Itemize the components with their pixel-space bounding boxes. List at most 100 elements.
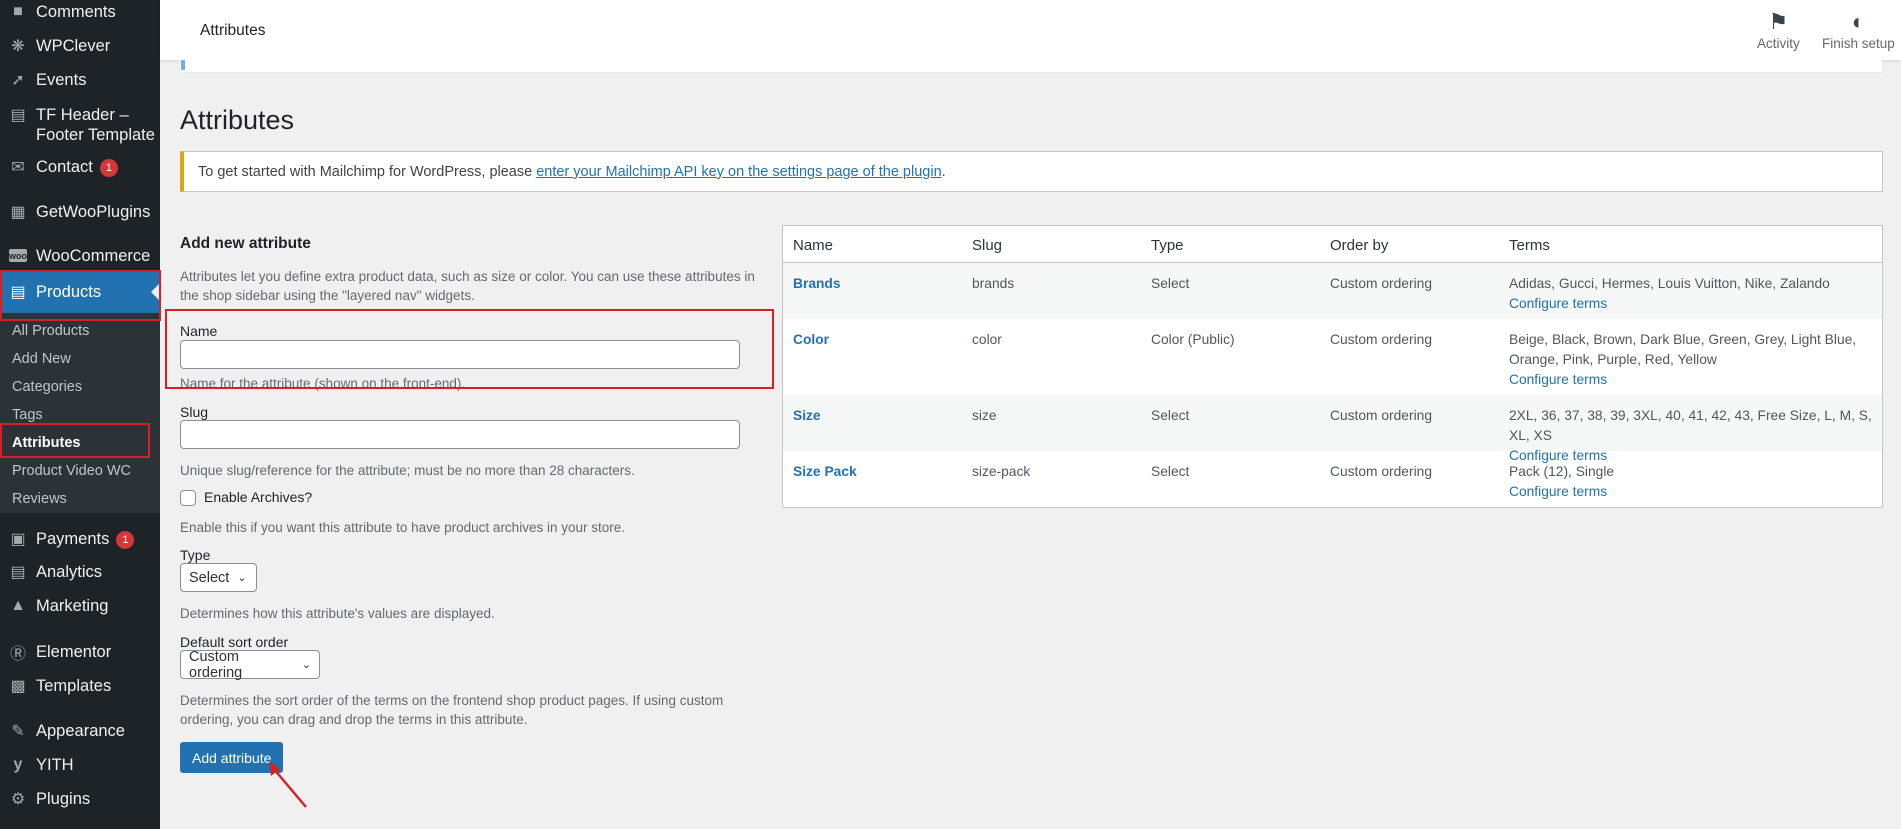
menu-item-woocommerce[interactable]: woo WooCommerce: [0, 246, 160, 266]
attribute-slug: color: [972, 332, 1002, 347]
annotation-arrow: [269, 761, 307, 808]
menu-item-comments[interactable]: ■ Comments: [0, 2, 160, 22]
finish-setup-label: Finish setup: [1822, 36, 1895, 51]
elementor-icon: Ⓡ: [9, 646, 26, 663]
brush-icon: ✎: [11, 723, 25, 740]
submenu-reviews[interactable]: Reviews: [12, 491, 67, 507]
table-row: Color color Color (Public) Custom orderi…: [783, 319, 1882, 395]
attribute-slug: size-pack: [972, 464, 1031, 479]
chevron-down-icon: ⌄: [301, 659, 311, 671]
menu-label: Contact: [36, 158, 93, 176]
mail-icon: ✉: [11, 159, 25, 176]
menu-item-payments[interactable]: ▣ Payments 1: [0, 529, 160, 549]
comment-icon: ■: [13, 3, 23, 20]
activity-button[interactable]: ⚑ Activity: [1757, 9, 1800, 52]
col-header-name[interactable]: Name: [793, 237, 833, 254]
table-row: Size size Select Custom ordering 2XL, 36…: [783, 395, 1882, 463]
attribute-terms: Beige, Black, Brown, Dark Blue, Green, G…: [1509, 330, 1879, 390]
topbar-title: Attributes: [200, 22, 266, 39]
page-title: Attributes: [180, 105, 295, 135]
slug-input[interactable]: [180, 420, 740, 449]
attribute-name-link[interactable]: Brands: [793, 274, 841, 294]
col-header-slug: Slug: [972, 237, 1003, 254]
attribute-slug: size: [972, 408, 997, 423]
attribute-name-link[interactable]: Size: [793, 406, 821, 426]
half-circle-icon: ◐: [1851, 9, 1866, 34]
submenu-tags[interactable]: Tags: [12, 407, 43, 423]
count-badge: 1: [99, 159, 118, 177]
admin-sidebar: ■ Comments ❋ WPClever ➚ Events ▤ TF Header –…: [0, 0, 160, 829]
finish-setup-button[interactable]: ◐ Finish setup: [1822, 9, 1895, 52]
attribute-order: Custom ordering: [1330, 276, 1432, 291]
attribute-name-link[interactable]: Color: [793, 330, 829, 350]
configure-terms-link[interactable]: Configure terms: [1509, 372, 1607, 387]
type-label: Type: [180, 547, 211, 563]
submenu-all-products[interactable]: All Products: [12, 323, 89, 339]
menu-item-appearance[interactable]: ✎ Appearance: [0, 721, 160, 741]
notice-fragment: [180, 60, 1882, 72]
notice-link[interactable]: enter your Mailchimp API key on the sett…: [536, 164, 941, 180]
sort-order-value: Custom ordering: [189, 648, 243, 681]
attribute-order: Custom ordering: [1330, 332, 1432, 347]
col-header-order: Order by: [1330, 237, 1389, 254]
menu-item-events[interactable]: ➚ Events: [0, 70, 160, 90]
menu-item-elementor[interactable]: Ⓡ Elementor: [0, 642, 160, 663]
configure-terms-link[interactable]: Configure terms: [1509, 296, 1607, 311]
attribute-name-link[interactable]: Size Pack: [793, 462, 857, 482]
terms-text: 2XL, 36, 37, 38, 39, 3XL, 40, 41, 42, 43…: [1509, 408, 1872, 443]
col-header-terms: Terms: [1509, 237, 1550, 254]
menu-item-marketing[interactable]: ▲ Marketing: [0, 596, 160, 616]
annotation-name-box: [165, 309, 774, 389]
sort-order-help: Determines the sort order of the terms o…: [180, 693, 724, 727]
menu-label-line1: TF Header –: [36, 106, 129, 124]
dollar-icon: ▣: [10, 531, 26, 548]
menu-item-tf-header[interactable]: ▤ TF Header – Footer Template: [0, 105, 160, 145]
attribute-slug: brands: [972, 276, 1015, 291]
configure-terms-link[interactable]: Configure terms: [1509, 484, 1607, 499]
attribute-type: Select: [1151, 408, 1190, 423]
menu-item-wpclever[interactable]: ❋ WPClever: [0, 36, 160, 56]
menu-item-analytics[interactable]: ▤ Analytics: [0, 562, 160, 582]
attribute-terms: Adidas, Gucci, Hermes, Louis Vuitton, Ni…: [1509, 274, 1879, 314]
notice-end: .: [941, 164, 946, 180]
products-submenu: All Products Add New Categories Tags Att…: [0, 313, 160, 513]
yith-icon: y: [13, 756, 23, 773]
table-row: Size Pack size-pack Select Custom orderi…: [783, 451, 1882, 507]
slug-help: Unique slug/reference for the attribute;…: [180, 463, 635, 478]
menu-item-yith[interactable]: y YITH: [0, 755, 160, 775]
top-bar: Attributes ⚑ Activity ◐ Finish setup: [160, 0, 1901, 60]
col-header-type: Type: [1151, 237, 1184, 254]
slug-label: Slug: [180, 404, 209, 420]
attribute-order: Custom ordering: [1330, 464, 1432, 479]
woo-icon: woo: [9, 249, 27, 262]
sort-order-select[interactable]: Custom ordering ⌄: [180, 648, 320, 681]
form-intro: Attributes let you define extra product …: [180, 269, 755, 303]
menu-item-templates[interactable]: ▩ Templates: [0, 676, 160, 696]
menu-item-contact[interactable]: ✉ Contact 1: [0, 157, 160, 177]
annotation-products-box: [0, 270, 161, 321]
bulb-icon: ❋: [11, 38, 25, 55]
submenu-categories[interactable]: Categories: [12, 379, 82, 395]
type-help: Determines how this attribute's values a…: [180, 606, 495, 621]
count-badge: 1: [116, 531, 135, 549]
bar-chart-icon: ▤: [10, 564, 26, 581]
chevron-down-icon: ⌄: [237, 572, 247, 584]
mailchimp-notice: To get started with Mailchimp for WordPr…: [180, 151, 1883, 192]
annotation-attributes-box: [0, 423, 150, 458]
menu-label-line2: Footer Template: [36, 126, 155, 144]
terms-text: Beige, Black, Brown, Dark Blue, Green, G…: [1509, 332, 1857, 367]
menu-item-getwooplugins[interactable]: ▦ GetWooPlugins: [0, 202, 160, 222]
submenu-add-new[interactable]: Add New: [12, 351, 71, 367]
megaphone-icon: ▲: [10, 597, 26, 614]
submenu-product-video[interactable]: Product Video WC: [12, 463, 131, 479]
attribute-type: Color (Public): [1151, 332, 1235, 347]
type-select[interactable]: Select ⌄: [180, 563, 257, 592]
flag-icon: ⚑: [1768, 9, 1789, 34]
archives-help: Enable this if you want this attribute t…: [180, 520, 625, 535]
attribute-type: Select: [1151, 464, 1190, 479]
enable-archives-checkbox[interactable]: [180, 490, 196, 506]
form-heading: Add new attribute: [180, 235, 311, 252]
attributes-table: Name Slug Type Order by Terms Brands bra…: [782, 225, 1883, 508]
menu-item-plugins[interactable]: ⚙ Plugins: [0, 789, 160, 809]
folder-icon: ▩: [10, 678, 26, 695]
